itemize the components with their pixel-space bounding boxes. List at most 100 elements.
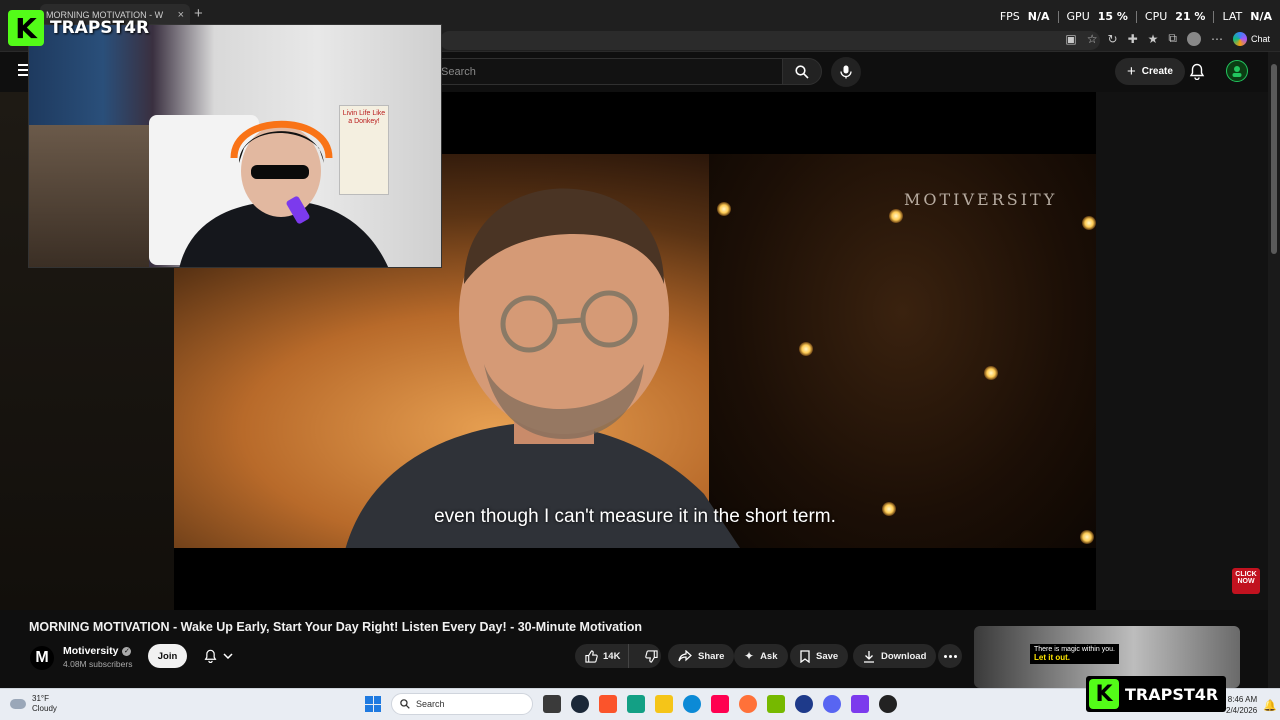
watermark-channel-name: TRAPST4R bbox=[1125, 684, 1219, 704]
more-icon[interactable]: ⋯ bbox=[1211, 32, 1223, 46]
profile-avatar[interactable] bbox=[1186, 31, 1201, 46]
cloud-icon bbox=[10, 699, 26, 709]
thumbnail-caption: There is magic within you. Let it out. bbox=[1030, 644, 1119, 664]
tiktok-icon[interactable] bbox=[711, 695, 729, 713]
bookmark-icon bbox=[800, 649, 810, 663]
like-count: 14K bbox=[603, 650, 621, 662]
temperature: 31°F bbox=[32, 694, 49, 703]
ask-label: Ask bbox=[760, 650, 778, 662]
subscription-notifications-button[interactable] bbox=[195, 644, 241, 668]
performance-overlay: FPS N/A GPU 15 % CPU 21 % LAT N/A bbox=[1000, 10, 1272, 23]
search-icon bbox=[400, 699, 410, 709]
caption-main: Let it out. bbox=[1034, 653, 1070, 662]
stream-channel-name: TRAPST4R bbox=[50, 18, 150, 38]
dislike-button[interactable] bbox=[635, 644, 668, 668]
save-button[interactable]: Save bbox=[790, 644, 849, 668]
obs-icon[interactable] bbox=[879, 695, 897, 713]
lat-label: LAT bbox=[1222, 10, 1243, 23]
fps-label: FPS bbox=[999, 10, 1020, 23]
download-label: Download bbox=[881, 650, 927, 662]
refresh-icon[interactable]: ↻ bbox=[1108, 32, 1118, 46]
taskbar-apps: Search bbox=[365, 693, 897, 715]
create-label: Create bbox=[1141, 66, 1173, 77]
nvidia-icon[interactable] bbox=[767, 695, 785, 713]
collections-icon[interactable]: ⧉ bbox=[1168, 31, 1177, 46]
favorites-icon[interactable]: ★ bbox=[1148, 32, 1159, 46]
channel-avatar[interactable]: M bbox=[30, 646, 54, 670]
streamer-figure bbox=[179, 120, 389, 267]
app-icon[interactable] bbox=[627, 695, 645, 713]
channel-name-text: Motiversity bbox=[63, 645, 119, 657]
taskbar-search[interactable]: Search bbox=[391, 693, 533, 715]
copilot-chat-button[interactable]: Chat bbox=[1232, 31, 1270, 46]
kick-logo-icon: K bbox=[8, 10, 44, 46]
cpu-value: 21 % bbox=[1175, 10, 1206, 23]
fps-value: N/A bbox=[1027, 10, 1050, 23]
tab-close-icon[interactable]: × bbox=[178, 9, 184, 21]
shelf bbox=[29, 125, 149, 267]
address-bar[interactable] bbox=[440, 31, 1100, 50]
clock[interactable]: 8:46 AM 2/4/2026 bbox=[1226, 694, 1257, 716]
player-right-backdrop bbox=[1096, 92, 1268, 610]
video-info: MORNING MOTIVATION - Wake Up Early, Star… bbox=[0, 610, 1268, 688]
app-icon[interactable] bbox=[851, 695, 869, 713]
file-explorer-icon[interactable] bbox=[655, 695, 673, 713]
page-scrollbar[interactable] bbox=[1268, 52, 1280, 688]
like-button[interactable]: 14K bbox=[575, 644, 630, 668]
discord-icon[interactable] bbox=[823, 695, 841, 713]
weather-widget[interactable]: 31°F Cloudy bbox=[10, 694, 57, 714]
like-dislike-group: 14K bbox=[575, 644, 661, 668]
app-icon[interactable] bbox=[795, 695, 813, 713]
scrollbar-thumb[interactable] bbox=[1271, 64, 1277, 254]
copilot-icon bbox=[1232, 31, 1247, 46]
share-button[interactable]: Share bbox=[668, 644, 735, 668]
stream-logo: K TRAPST4R bbox=[8, 10, 149, 46]
create-button[interactable]: + Create bbox=[1115, 58, 1185, 85]
share-icon bbox=[678, 650, 692, 662]
firefox-icon[interactable] bbox=[739, 695, 757, 713]
join-button[interactable]: Join bbox=[148, 644, 187, 668]
cpu-label: CPU bbox=[1144, 10, 1168, 23]
download-icon bbox=[864, 650, 874, 663]
thumbs-down-icon bbox=[645, 649, 659, 663]
edge-browser-icon[interactable] bbox=[683, 695, 701, 713]
subscribe-cta-badge[interactable]: CLICK NOW bbox=[1232, 568, 1260, 594]
plus-icon: + bbox=[1127, 63, 1136, 80]
channel-name[interactable]: Motiversity ✓ bbox=[63, 645, 132, 657]
save-label: Save bbox=[816, 650, 839, 662]
microphone-icon bbox=[840, 65, 852, 79]
kick-logo-icon: K bbox=[1089, 679, 1119, 709]
brave-browser-icon[interactable] bbox=[599, 695, 617, 713]
more-actions-button[interactable] bbox=[938, 644, 962, 668]
light-bulb bbox=[984, 366, 998, 380]
share-label: Share bbox=[698, 650, 725, 662]
voice-search-button[interactable] bbox=[831, 57, 861, 87]
browser-toolbar-icons: ▣ ☆ ↻ ✚ ★ ⧉ ⋯ Chat bbox=[1065, 31, 1270, 46]
search-input[interactable]: Search bbox=[420, 58, 782, 85]
start-menu-icon[interactable] bbox=[365, 696, 381, 712]
chevron-down-icon bbox=[222, 653, 233, 659]
lat-value: N/A bbox=[1250, 10, 1272, 23]
weather-condition: Cloudy bbox=[32, 704, 57, 713]
steam-icon[interactable] bbox=[571, 695, 589, 713]
light-bulb bbox=[1080, 530, 1094, 544]
sparkle-icon: ✦ bbox=[744, 649, 755, 663]
notifications-icon[interactable] bbox=[1189, 63, 1205, 80]
favorite-icon[interactable]: ☆ bbox=[1087, 32, 1098, 46]
light-bulb bbox=[799, 342, 813, 356]
account-avatar[interactable] bbox=[1226, 60, 1248, 82]
task-view-icon[interactable] bbox=[543, 695, 561, 713]
time: 8:46 AM bbox=[1227, 695, 1258, 704]
notification-center-icon[interactable]: 🔔 bbox=[1263, 699, 1277, 712]
taskbar-search-label: Search bbox=[416, 699, 445, 709]
split-screen-icon[interactable]: ▣ bbox=[1065, 32, 1076, 46]
gpu-value: 15 % bbox=[1097, 10, 1128, 23]
webcam-overlay: Livin Life Like a Donkey! bbox=[28, 24, 442, 268]
new-tab-button[interactable]: + bbox=[194, 5, 203, 22]
download-button[interactable]: Download bbox=[853, 644, 937, 668]
light-bulb bbox=[889, 209, 903, 223]
search-button[interactable] bbox=[782, 58, 822, 85]
light-bulb bbox=[1082, 216, 1096, 230]
ask-button[interactable]: ✦ Ask bbox=[734, 644, 788, 668]
extensions-icon[interactable]: ✚ bbox=[1128, 32, 1138, 46]
